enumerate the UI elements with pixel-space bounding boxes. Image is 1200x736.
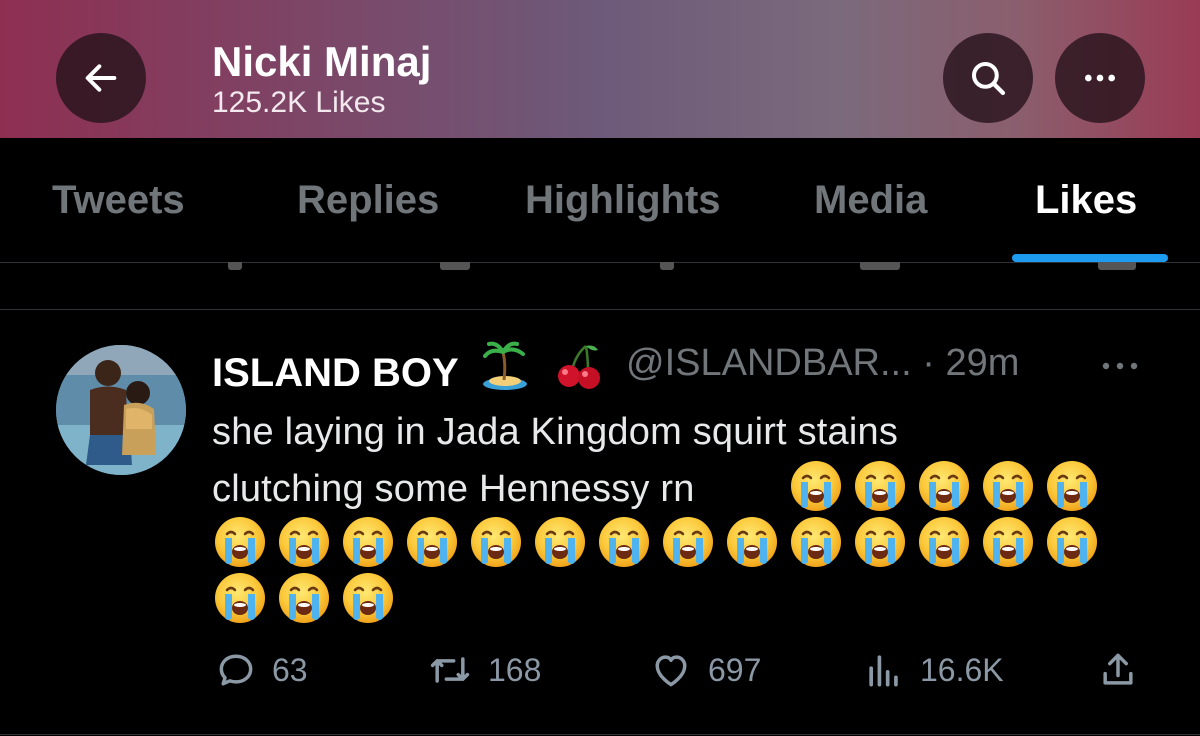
previous-tweet-action-remnant xyxy=(440,262,470,270)
desert-island-emoji xyxy=(483,341,528,390)
views-count: 16.6K xyxy=(920,651,1004,688)
share-icon xyxy=(1103,653,1133,685)
tab-highlights[interactable]: Highlights xyxy=(525,178,721,223)
previous-tweet-action-remnant xyxy=(1098,262,1136,270)
previous-tweet-action-remnant xyxy=(660,262,674,270)
tab-media[interactable]: Media xyxy=(814,178,927,223)
loudly-crying-face-emoji xyxy=(727,517,777,567)
loudly-crying-face-emoji xyxy=(855,517,905,567)
tweet-meta: @ISLANDBAR... · 29m xyxy=(626,342,1019,385)
loudly-crying-face-emoji xyxy=(599,517,649,567)
previous-tweet-action-remnant xyxy=(228,262,242,270)
loudly-crying-face-emoji xyxy=(919,461,969,511)
loudly-crying-face-emoji xyxy=(983,517,1033,567)
retweet-icon xyxy=(430,657,470,683)
bottom-divider xyxy=(0,734,1200,735)
loudly-crying-face-emoji xyxy=(279,573,329,623)
avatar[interactable] xyxy=(56,345,186,475)
loudly-crying-face-emoji xyxy=(791,461,841,511)
search-button[interactable] xyxy=(943,33,1033,123)
display-name: ISLAND BOY xyxy=(212,351,458,395)
loudly-crying-face-emoji xyxy=(471,517,521,567)
separator: · xyxy=(922,342,935,384)
cherries-emoji xyxy=(558,345,601,389)
loudly-crying-face-emoji xyxy=(535,517,585,567)
tabs-divider xyxy=(0,262,1200,263)
active-tab-indicator xyxy=(1012,254,1168,262)
loudly-crying-face-emoji xyxy=(1047,517,1097,567)
handle[interactable]: @ISLANDBAR... xyxy=(626,342,912,384)
tweet-divider xyxy=(0,309,1200,310)
retweet-action[interactable]: 168 xyxy=(426,648,541,692)
previous-tweet-action-remnant xyxy=(860,262,900,270)
loudly-crying-face-emoji xyxy=(407,517,457,567)
heart-icon xyxy=(655,655,687,687)
reply-action[interactable]: 63 xyxy=(214,648,308,692)
like-action[interactable]: 697 xyxy=(648,648,761,692)
more-button[interactable] xyxy=(1055,33,1145,123)
avatar-photo xyxy=(56,345,186,475)
likes-count: 125.2K Likes xyxy=(212,86,386,119)
profile-header: Nicki Minaj 125.2K Likes xyxy=(0,0,1200,138)
more-horizontal-icon xyxy=(1102,362,1138,370)
loudly-crying-face-emoji xyxy=(855,461,905,511)
loudly-crying-face-emoji xyxy=(343,517,393,567)
views-icon xyxy=(869,655,898,687)
retweet-count: 168 xyxy=(488,651,542,688)
tweet-author[interactable]: ISLAND BOY xyxy=(212,340,604,396)
views-action[interactable]: 16.6K xyxy=(862,648,1004,692)
tab-replies[interactable]: Replies xyxy=(297,178,439,223)
loudly-crying-face-emoji xyxy=(215,573,265,623)
tab-likes[interactable]: Likes xyxy=(1035,178,1137,223)
reply-count: 63 xyxy=(272,651,308,688)
loudly-crying-face-emoji xyxy=(343,573,393,623)
back-button[interactable] xyxy=(56,33,146,123)
loudly-crying-face-emoji xyxy=(919,517,969,567)
profile-name: Nicki Minaj xyxy=(212,38,432,85)
tab-tweets[interactable]: Tweets xyxy=(52,178,185,223)
loudly-crying-face-emoji xyxy=(983,461,1033,511)
more-horizontal-icon xyxy=(1085,74,1115,82)
tweet-more-button[interactable] xyxy=(1100,356,1140,381)
search-icon xyxy=(971,61,1006,96)
loudly-crying-face-emoji xyxy=(215,517,265,567)
arrow-left-icon xyxy=(85,64,117,92)
loudly-crying-face-emoji xyxy=(279,517,329,567)
reply-icon xyxy=(219,654,253,686)
loudly-crying-face-emoji xyxy=(791,517,841,567)
loudly-crying-face-emoji xyxy=(663,517,713,567)
loudly-crying-face-emoji xyxy=(1047,461,1097,511)
share-action[interactable] xyxy=(1096,648,1140,692)
like-count: 697 xyxy=(708,651,762,688)
profile-tabs: Tweets Replies Highlights Media Likes xyxy=(0,138,1200,262)
timestamp[interactable]: 29m xyxy=(945,342,1019,384)
tweet-text-line: she laying in Jada Kingdom squirt stains xyxy=(212,411,899,453)
